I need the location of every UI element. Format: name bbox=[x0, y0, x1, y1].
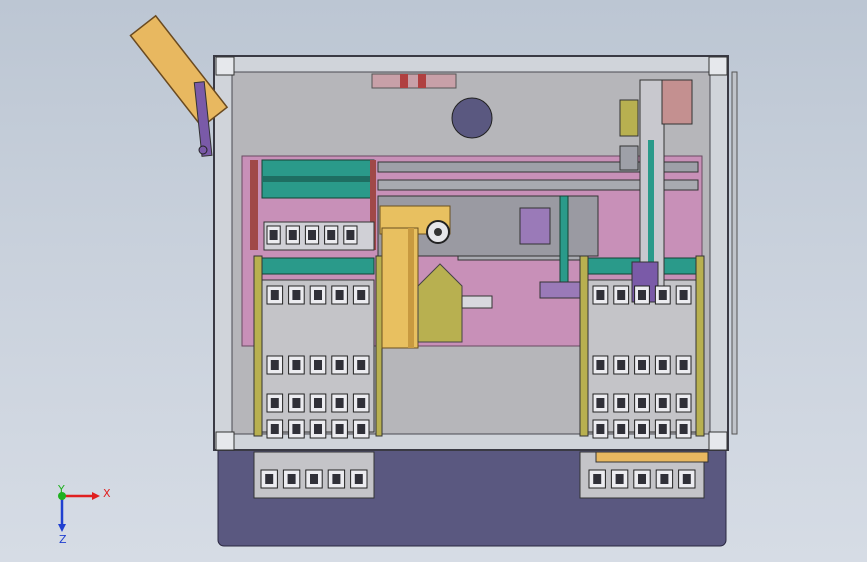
y-axis-label: Y bbox=[58, 483, 65, 496]
z-axis-label: Z bbox=[59, 533, 67, 546]
cad-viewport[interactable]: X Y Z bbox=[0, 0, 867, 562]
x-axis-label: X bbox=[103, 487, 111, 500]
orientation-triad bbox=[58, 492, 100, 532]
